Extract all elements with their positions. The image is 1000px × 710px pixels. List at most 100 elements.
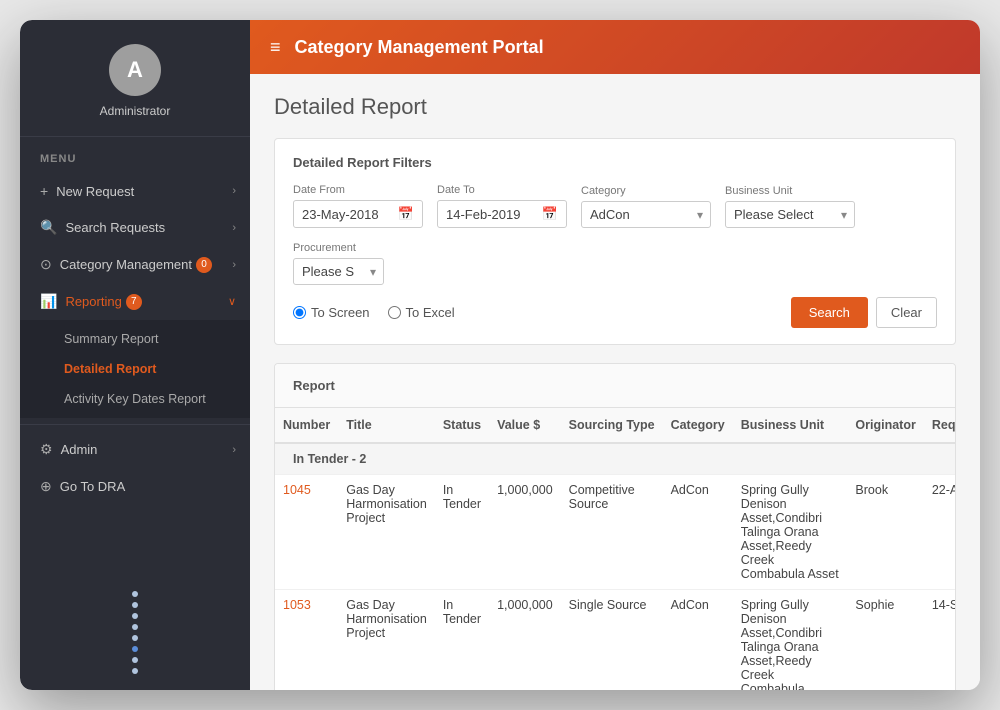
reporting-icon: 📊 — [40, 293, 57, 310]
cell-status: In Tender — [435, 475, 489, 590]
cell-category: AdCon — [663, 475, 733, 590]
radio-row: To Screen To Excel — [293, 305, 455, 320]
sidebar-item-new-request[interactable]: + New Request › — [20, 173, 250, 209]
avatar-area: A Administrator — [20, 20, 250, 137]
radio-excel-label: To Excel — [406, 305, 455, 320]
category-management-label: Category Management — [60, 257, 192, 272]
col-status: Status — [435, 408, 489, 443]
sidebar-item-admin[interactable]: ⚙ Admin › — [20, 431, 250, 468]
procurement-select-wrap: Please S — [293, 258, 384, 285]
business-unit-select[interactable]: Please Select — [725, 201, 855, 228]
col-number: Number — [275, 408, 338, 443]
table-group-row: In Tender - 2 — [275, 443, 956, 475]
admin-label: Administrator — [100, 104, 171, 118]
app-shell: A Administrator MENU + New Request › 🔍 S… — [20, 20, 980, 690]
filter-card-title: Detailed Report Filters — [293, 155, 937, 170]
nav-dot — [132, 657, 138, 663]
radio-screen-input[interactable] — [293, 306, 306, 319]
sidebar-item-reporting[interactable]: 📊 Reporting 7 ∨ — [20, 283, 250, 320]
table-header-row: Number Title Status Value $ Sourcing Typ… — [275, 408, 956, 443]
cell-title: Gas Day Harmonisation Project — [338, 590, 435, 691]
topbar: ≡ Category Management Portal — [250, 20, 980, 74]
chevron-icon: › — [232, 444, 236, 456]
search-button[interactable]: Search — [791, 297, 868, 328]
col-title: Title — [338, 408, 435, 443]
cell-status: In Tender — [435, 590, 489, 691]
radio-screen[interactable]: To Screen — [293, 305, 370, 320]
procurement-field: Procurement Please S — [293, 242, 384, 285]
nav-dot — [132, 591, 138, 597]
category-icon: ⊙ — [40, 256, 52, 273]
nav-dot — [132, 646, 138, 652]
date-from-input[interactable]: 23-May-2018 📅 — [293, 200, 423, 228]
category-label: Category — [581, 185, 711, 197]
cell-value: 1,000,000 — [489, 475, 561, 590]
sidebar-subitem-detailed-report[interactable]: Detailed Report — [20, 354, 250, 384]
sidebar: A Administrator MENU + New Request › 🔍 S… — [20, 20, 250, 690]
new-request-label: New Request — [56, 184, 134, 199]
menu-icon[interactable]: ≡ — [270, 37, 281, 58]
filter-card: Detailed Report Filters Date From 23-May… — [274, 138, 956, 345]
business-unit-label: Business Unit — [725, 185, 855, 197]
filter-buttons: Search Clear — [791, 297, 937, 328]
procurement-select[interactable]: Please S — [293, 258, 384, 285]
sidebar-subitem-summary-report[interactable]: Summary Report — [20, 324, 250, 354]
sidebar-item-go-to-dra[interactable]: ⊕ Go To DRA — [20, 468, 250, 505]
filter-bottom-row: To Screen To Excel Search Clear — [293, 297, 937, 328]
table-row: 1053 Gas Day Harmonisation ProjectIn Tend… — [275, 590, 956, 691]
calendar-icon[interactable]: 📅 — [398, 206, 414, 222]
reporting-submenu: Summary Report Detailed Report Activity … — [20, 320, 250, 418]
category-select[interactable]: AdCon — [581, 201, 711, 228]
report-table: Number Title Status Value $ Sourcing Typ… — [275, 408, 956, 690]
admin-icon: ⚙ — [40, 441, 53, 458]
sidebar-item-category-management[interactable]: ⊙ Category Management 0 › — [20, 246, 250, 283]
date-to-field: Date To 14-Feb-2019 📅 — [437, 184, 567, 228]
nav-dot — [132, 635, 138, 641]
sidebar-subitem-activity-key-dates[interactable]: Activity Key Dates Report — [20, 384, 250, 414]
business-unit-field: Business Unit Please Select — [725, 185, 855, 228]
nav-dot — [132, 613, 138, 619]
sidebar-item-search-requests[interactable]: 🔍 Search Requests › — [20, 209, 250, 246]
calendar-icon[interactable]: 📅 — [542, 206, 558, 222]
number-link[interactable]: 1053 — [283, 598, 311, 612]
col-sourcing: Sourcing Type — [561, 408, 663, 443]
avatar: A — [109, 44, 161, 96]
report-body: In Tender - 21045Gas Day Harmonisation P… — [275, 443, 956, 690]
category-select-wrap: AdCon — [581, 201, 711, 228]
search-requests-label: Search Requests — [65, 220, 165, 235]
radio-screen-label: To Screen — [311, 305, 370, 320]
chevron-down-icon: ∨ — [228, 295, 236, 308]
go-to-dra-label: Go To DRA — [60, 479, 126, 494]
app-title: Category Management Portal — [295, 37, 544, 58]
date-to-label: Date To — [437, 184, 567, 196]
cell-number[interactable]: 1053 — [275, 590, 338, 691]
nav-dot — [132, 668, 138, 674]
cell-originator: Sophie — [847, 590, 923, 691]
table-row: 1045Gas Day Harmonisation ProjectIn Tend… — [275, 475, 956, 590]
cell-number[interactable]: 1045 — [275, 475, 338, 590]
menu-label: MENU — [20, 137, 250, 173]
date-from-label: Date From — [293, 184, 423, 196]
radio-excel[interactable]: To Excel — [388, 305, 455, 320]
plus-icon: + — [40, 183, 48, 199]
number-link[interactable]: 1045 — [283, 483, 311, 497]
date-from-field: Date From 23-May-2018 📅 — [293, 184, 423, 228]
clear-button[interactable]: Clear — [876, 297, 937, 328]
chevron-icon: › — [232, 259, 236, 271]
col-business-unit: Business Unit — [733, 408, 848, 443]
cell-business-unit: Spring Gully Denison Asset,Condibri Tali… — [733, 590, 848, 691]
col-category: Category — [663, 408, 733, 443]
col-originator: Originator — [847, 408, 923, 443]
col-value: Value $ — [489, 408, 561, 443]
cell-request-date: 14-Sep-2018 — [924, 590, 956, 691]
procurement-label: Procurement — [293, 242, 384, 254]
date-to-input[interactable]: 14-Feb-2019 📅 — [437, 200, 567, 228]
dra-icon: ⊕ — [40, 478, 52, 495]
cell-category: AdCon — [663, 590, 733, 691]
cell-originator: Brook — [847, 475, 923, 590]
reporting-badge: 7 — [126, 294, 142, 310]
radio-excel-input[interactable] — [388, 306, 401, 319]
page-area: Detailed Report Detailed Report Filters … — [250, 74, 980, 690]
avatar-initial: A — [127, 57, 143, 83]
report-card: Report Number Title Status Value $ Sourc… — [274, 363, 956, 690]
